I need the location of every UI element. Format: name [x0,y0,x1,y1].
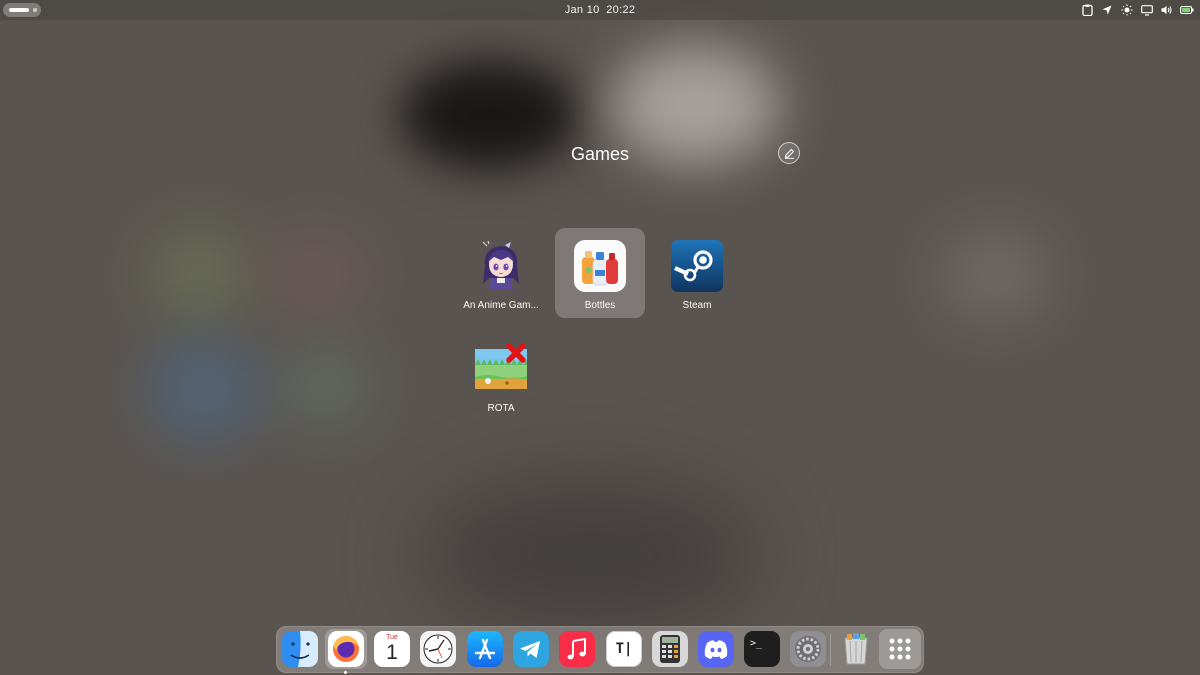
terminal-prompt: >_ [750,638,763,649]
dock-clock[interactable] [420,631,456,667]
date-label: Jan 10 [564,4,600,16]
folder-title: Games [570,144,630,164]
text-editor-icon: T| [606,631,642,667]
rename-folder-button[interactable] [778,142,800,164]
clock-icon [420,631,456,667]
dock-discord[interactable] [698,631,734,667]
calendar-day: 1 [386,641,398,664]
music-icon [559,631,595,667]
dock-calculator[interactable] [652,631,688,667]
app-bottles[interactable]: Bottles [555,228,645,318]
rota-icon [475,343,527,395]
dock-telegram[interactable] [513,631,549,667]
bottles-icon [574,240,626,292]
time-label: 20:22 [606,4,636,16]
firefox-icon [328,631,364,667]
location-icon[interactable] [1100,3,1114,17]
dock-firefox[interactable] [328,631,364,674]
app-label: ROTA [487,403,515,414]
calendar-icon: Tue 1 [374,631,410,667]
brightness-icon[interactable] [1120,3,1134,17]
app-label: Steam [682,300,712,311]
dock-terminal[interactable]: >_ [744,631,780,667]
app-label: Bottles [584,300,616,311]
trash-icon [838,631,874,667]
app-store-icon [467,631,503,667]
top-bar: Jan 10 20:22 [0,0,1200,20]
dock-music[interactable] [559,631,595,667]
app-steam[interactable]: Steam [652,228,742,318]
volume-icon[interactable] [1160,3,1174,17]
dock-text-editor[interactable]: T| [606,631,642,667]
system-tray[interactable] [1080,2,1194,18]
finder-icon [282,631,318,667]
text-editor-glyph: T| [615,641,633,657]
calculator-icon [652,631,688,667]
calendar-month: Tue [386,634,398,641]
dock-calendar[interactable]: Tue 1 [374,631,410,667]
dock-app-store[interactable] [467,631,503,667]
steam-icon [671,240,723,292]
telegram-icon [513,631,549,667]
app-rota[interactable]: ROTA [456,331,546,421]
display-icon[interactable] [1140,3,1154,17]
wallpaper-blur [0,0,1200,675]
dock-separator [830,634,831,666]
dock-trash[interactable] [838,631,874,667]
terminal-icon: >_ [744,631,780,667]
battery-icon[interactable] [1180,3,1194,17]
app-label: An Anime Gam... [463,300,539,311]
app-anime-game-launcher[interactable]: An Anime Gam... [456,228,546,318]
pencil-icon [784,148,794,159]
app-grid-icon [882,631,918,667]
dock-finder[interactable] [282,631,318,667]
dock-app-grid[interactable] [882,631,918,667]
settings-icon [790,631,826,667]
anime-game-launcher-icon [475,240,527,292]
date-time[interactable]: Jan 10 20:22 [0,4,1200,16]
clipboard-icon[interactable] [1080,3,1094,17]
dock-settings[interactable] [790,631,826,667]
discord-icon [698,631,734,667]
running-indicator [344,671,347,674]
